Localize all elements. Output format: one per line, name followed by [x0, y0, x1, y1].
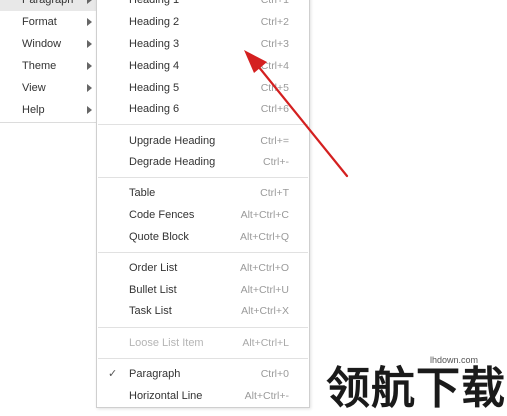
watermark-logo: 领航下载	[326, 363, 506, 414]
watermark-url: lhdown.com	[430, 355, 479, 365]
annotation-arrow-icon	[244, 50, 349, 178]
